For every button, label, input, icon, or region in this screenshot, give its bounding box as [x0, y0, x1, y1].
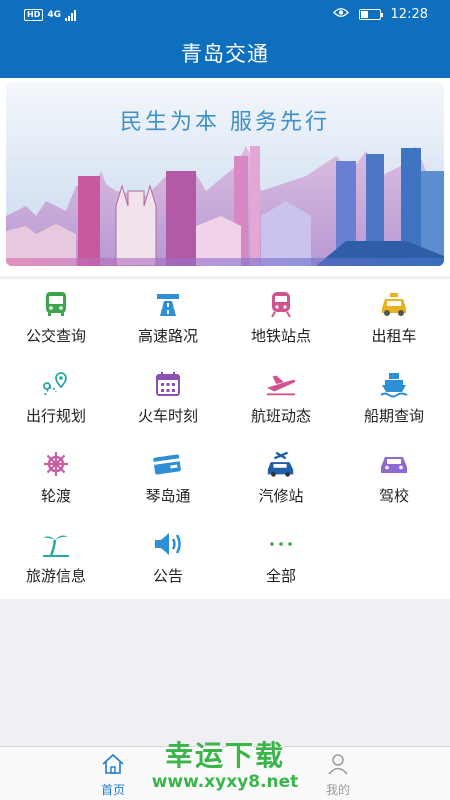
highway-icon — [152, 289, 184, 319]
service-item[interactable]: 高速路况 — [112, 279, 224, 359]
service-item[interactable]: 地铁站点 — [225, 279, 337, 359]
service-item[interactable]: 驾校 — [338, 439, 450, 519]
calendar-icon — [152, 369, 184, 399]
card-icon — [152, 449, 184, 479]
nav-mine-label: 我的 — [325, 783, 350, 797]
taxi-icon — [378, 289, 410, 319]
battery-icon — [358, 9, 383, 20]
banner-slogan: 民生为本 服务先行 — [120, 110, 330, 135]
bottom-navigation: 首页 我的 — [0, 746, 450, 800]
more-dots-icon — [265, 529, 297, 559]
speaker-icon — [152, 529, 184, 559]
page-title: 青岛交通 — [181, 42, 269, 66]
signal-icon — [65, 9, 76, 21]
service-item[interactable]: 出租车 — [338, 279, 450, 359]
service-item[interactable]: 琴岛通 — [112, 439, 224, 519]
service-label: 旅游信息 — [25, 567, 86, 585]
service-item[interactable]: 汽修站 — [225, 439, 337, 519]
nav-mine[interactable]: 我的 — [308, 753, 368, 798]
service-label: 公交查询 — [25, 327, 86, 345]
service-item[interactable]: 火车时刻 — [112, 359, 224, 439]
service-item[interactable]: 航班动态 — [225, 359, 337, 439]
status-bar: HD 4G 12:28 — [0, 0, 450, 30]
home-icon — [101, 753, 125, 779]
nav-home[interactable]: 首页 — [83, 753, 143, 798]
car-repair-icon — [265, 449, 297, 479]
service-item[interactable]: 出行规划 — [0, 359, 112, 439]
service-label: 出租车 — [371, 327, 417, 345]
banner-image[interactable]: 民生为本 服务先行 — [6, 82, 444, 266]
metro-icon — [265, 289, 297, 319]
airplane-icon — [265, 369, 297, 399]
palm-tree-icon — [40, 529, 72, 559]
network-type: 4G — [47, 10, 61, 20]
service-label: 火车时刻 — [137, 407, 198, 425]
service-label: 琴岛通 — [145, 487, 191, 505]
service-label: 航班动态 — [250, 407, 311, 425]
service-label: 驾校 — [378, 487, 409, 505]
user-icon — [326, 754, 350, 779]
bus-icon — [40, 289, 72, 319]
service-label: 出行规划 — [25, 407, 86, 425]
eye-comfort-icon — [332, 7, 349, 22]
clock: 12:28 — [390, 7, 428, 22]
network-indicator: HD 4G — [24, 9, 76, 21]
banner[interactable]: 民生为本 服务先行 — [0, 78, 450, 276]
service-item[interactable]: 船期查询 — [338, 359, 450, 439]
route-plan-icon — [40, 369, 72, 399]
nav-home-label: 首页 — [100, 783, 125, 797]
service-label: 公告 — [152, 567, 183, 585]
service-item[interactable]: 轮渡 — [0, 439, 112, 519]
service-item[interactable]: 公告 — [112, 519, 224, 599]
city-skyline-illustration — [6, 146, 444, 266]
car-icon — [378, 449, 410, 479]
service-item[interactable]: 公交查询 — [0, 279, 112, 359]
service-label: 地铁站点 — [250, 327, 311, 345]
service-label: 船期查询 — [363, 407, 424, 425]
service-label: 全部 — [265, 567, 296, 585]
service-item[interactable]: 全部 — [225, 519, 337, 599]
ship-icon — [378, 369, 410, 399]
service-label: 轮渡 — [40, 487, 71, 505]
service-item[interactable]: 旅游信息 — [0, 519, 112, 599]
hd-badge: HD — [24, 9, 44, 21]
app-header: 青岛交通 — [0, 30, 450, 78]
service-grid: 公交查询 高速路况 地铁站点 出租车出行规划 火车时刻 航班动态 船期查询轮渡 琴岛通 汽修站 驾… — [0, 279, 450, 599]
ship-wheel-icon — [40, 449, 72, 479]
service-label: 汽修站 — [258, 487, 304, 505]
service-label: 高速路况 — [137, 327, 198, 345]
